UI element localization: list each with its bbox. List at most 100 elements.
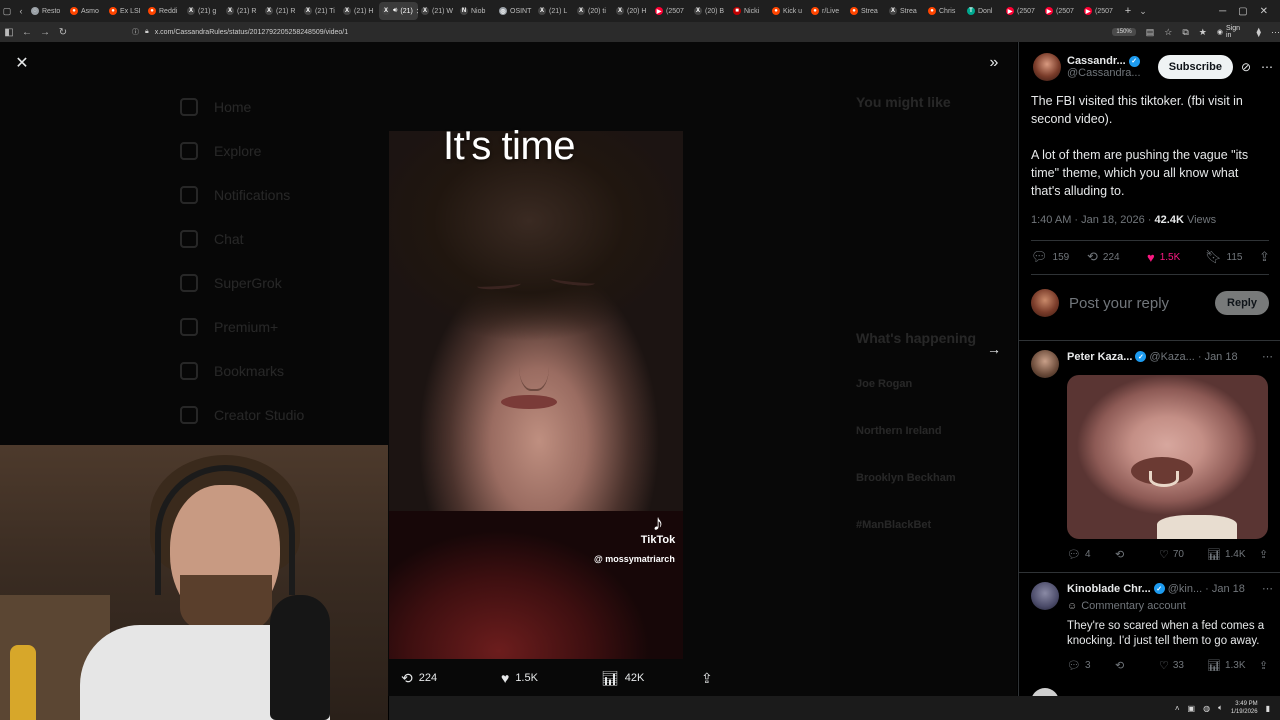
comment-avatar[interactable] bbox=[1031, 350, 1059, 378]
browser-tab[interactable]: ● Kick u bbox=[769, 2, 808, 20]
comment-reply-button[interactable]: 💬︎ 4 bbox=[1067, 548, 1115, 561]
comment-item[interactable]: Peter Kaza... ✓ @Kaza... · Jan 18 ⋯ 💬︎ 4 … bbox=[1019, 342, 1280, 572]
more-options-icon[interactable]: ⋯ bbox=[1261, 60, 1273, 74]
more-options-icon[interactable]: ⋯ bbox=[1262, 350, 1273, 363]
favorites-icon[interactable]: ★ bbox=[1199, 27, 1207, 38]
minimize-icon[interactable]: ─ bbox=[1219, 6, 1226, 17]
browser-tab[interactable]: ▶ (2507 bbox=[1003, 2, 1042, 20]
author-name[interactable]: Cassandr... bbox=[1067, 55, 1126, 67]
comment-item[interactable]: Kinoblade Chr... ✓ @kin... · Jan 18 ⋯ ☺ … bbox=[1019, 574, 1280, 696]
browser-tab[interactable]: X (20) H bbox=[613, 2, 652, 20]
tab-scroll-left-icon[interactable]: ‹ bbox=[14, 0, 28, 22]
browser-tab[interactable]: X (20) ti bbox=[574, 2, 613, 20]
current-user-avatar[interactable] bbox=[1031, 289, 1059, 317]
comment-author-handle[interactable]: @kin... bbox=[1168, 583, 1202, 595]
media-repost-button[interactable]: ⟲ 224 bbox=[401, 670, 501, 687]
browser-tab[interactable]: X (21) H bbox=[340, 2, 379, 20]
browser-tab[interactable]: X (21) L bbox=[535, 2, 574, 20]
browser-tab[interactable]: ● Reddi bbox=[145, 2, 184, 20]
author-handle[interactable]: @Cassandra... bbox=[1067, 67, 1152, 79]
comment-avatar[interactable] bbox=[1031, 582, 1059, 610]
comment-repost-button[interactable]: ⟲ bbox=[1115, 548, 1159, 561]
tab-list-icon[interactable]: ⌄ bbox=[1136, 0, 1150, 22]
network-icon[interactable]: ◍ bbox=[1203, 704, 1210, 713]
browser-tab[interactable]: ■ Nicki bbox=[730, 2, 769, 20]
reload-icon[interactable]: ↻ bbox=[54, 22, 72, 42]
comment-author-name[interactable]: Kinoblade Chr... bbox=[1067, 583, 1151, 595]
comment-repost-button[interactable]: ⟲ bbox=[1115, 659, 1159, 672]
post-time[interactable]: 1:40 AM · Jan 18, 2026 · bbox=[1031, 214, 1155, 226]
split-screen-icon[interactable]: ⧉ bbox=[1182, 27, 1188, 38]
browser-tab[interactable]: X (21) g bbox=[184, 2, 223, 20]
tab-audio-icon[interactable]: 🔊︎ bbox=[393, 7, 397, 15]
browser-tab[interactable]: X (21) R bbox=[262, 2, 301, 20]
browser-tab[interactable]: ● Strea bbox=[847, 2, 886, 20]
comment-views-button[interactable]: 📊︎ 1.3K bbox=[1207, 659, 1259, 672]
browser-tab[interactable]: ▶ (2507 bbox=[652, 2, 691, 20]
comment-author-name[interactable]: Peter Kaza... bbox=[1067, 351, 1132, 363]
bookmark-button[interactable]: 🔖︎ 115 bbox=[1205, 249, 1259, 265]
chevron-up-icon[interactable]: ˄ bbox=[1175, 704, 1180, 713]
browser-menu-icon[interactable]: ⋯ bbox=[1271, 27, 1280, 38]
comment-like-button[interactable]: ♡ 70 bbox=[1159, 548, 1207, 561]
comment-date[interactable]: · Jan 18 bbox=[1205, 583, 1245, 595]
author-avatar[interactable] bbox=[1033, 53, 1061, 81]
browser-tab[interactable]: ● Chris bbox=[925, 2, 964, 20]
sidebar-toggle-icon[interactable]: ◧ bbox=[0, 22, 18, 42]
url-text[interactable]: x.com/CassandraRules/status/201279220525… bbox=[155, 29, 348, 36]
browser-tab[interactable]: X Strea bbox=[886, 2, 925, 20]
browser-tab[interactable]: X🔊︎(21)✕ bbox=[379, 2, 418, 20]
reply-submit-button[interactable]: Reply bbox=[1215, 291, 1269, 315]
next-media-arrow[interactable]: → bbox=[984, 341, 1004, 361]
close-window-icon[interactable]: ✕ bbox=[1260, 6, 1268, 17]
close-viewer-button[interactable]: ✕ bbox=[12, 54, 32, 74]
browser-tab[interactable]: ▶ (2507 bbox=[1081, 2, 1120, 20]
browser-tab[interactable]: X (21) W bbox=[418, 2, 457, 20]
comment-image[interactable] bbox=[1067, 375, 1268, 539]
media-like-button[interactable]: ♥ 1.5K bbox=[501, 670, 601, 686]
browser-tab[interactable]: X (20) B bbox=[691, 2, 730, 20]
maximize-icon[interactable]: ▢ bbox=[1238, 6, 1247, 17]
comment-date[interactable]: · Jan 18 bbox=[1198, 351, 1238, 363]
taskbar-clock[interactable]: 3:49 PM 1/19/2026 bbox=[1231, 700, 1258, 716]
volume-icon[interactable]: 🔈︎ bbox=[1218, 703, 1223, 713]
reply-input[interactable] bbox=[1069, 291, 1199, 315]
url-field[interactable]: ⓘ 🔒︎ x.com/CassandraRules/status/2012792… bbox=[132, 25, 1136, 39]
extensions-icon[interactable]: ⧫ bbox=[1257, 27, 1261, 38]
video-player[interactable] bbox=[389, 131, 683, 659]
new-tab-button[interactable]: + bbox=[1120, 5, 1136, 17]
comment-share-button[interactable]: ⇪ bbox=[1259, 548, 1268, 561]
browser-tab[interactable]: ● r/Live bbox=[808, 2, 847, 20]
back-icon[interactable]: ← bbox=[18, 22, 36, 42]
browser-tab[interactable]: X (21) R bbox=[223, 2, 262, 20]
comment-author-handle[interactable]: @Kaza... bbox=[1149, 351, 1194, 363]
media-views-button[interactable]: 📊︎ 42K bbox=[601, 670, 701, 687]
comment-like-button[interactable]: ♡ 33 bbox=[1159, 659, 1207, 672]
browser-tab[interactable]: ● Asmo bbox=[67, 2, 106, 20]
share-button[interactable]: ⇪ bbox=[1259, 249, 1270, 265]
notifications-icon[interactable]: ▮ bbox=[1266, 704, 1270, 713]
expand-panel-icon[interactable]: » bbox=[984, 54, 1004, 74]
browser-tab[interactable]: N Niob bbox=[457, 2, 496, 20]
zoom-badge[interactable]: 150% bbox=[1112, 28, 1136, 36]
more-options-icon[interactable]: ⋯ bbox=[1262, 582, 1273, 595]
browser-tab[interactable]: X (21) Ti bbox=[301, 2, 340, 20]
browser-tab[interactable]: T Donl bbox=[964, 2, 1003, 20]
browser-tab[interactable]: ▶ (2507 bbox=[1042, 2, 1081, 20]
comment-reply-button[interactable]: 💬︎ 3 bbox=[1067, 659, 1115, 672]
site-info-icon[interactable]: ⓘ bbox=[132, 27, 139, 37]
sign-in-button[interactable]: ◉ Sign in bbox=[1217, 25, 1247, 39]
repost-button[interactable]: ⟲ 224 bbox=[1087, 249, 1147, 265]
reader-icon[interactable]: ▤ bbox=[1146, 27, 1155, 38]
media-share-button[interactable]: ⇪ bbox=[701, 670, 731, 687]
browser-tab[interactable]: ● Ex LSI bbox=[106, 2, 145, 20]
tray-app-icon[interactable]: ▣ bbox=[1188, 704, 1196, 713]
subscribe-button[interactable]: Subscribe bbox=[1157, 55, 1233, 79]
like-button[interactable]: ♥ 1.5K bbox=[1147, 250, 1205, 265]
reply-button[interactable]: 💬︎ 159 bbox=[1031, 249, 1087, 265]
comment-share-button[interactable]: ⇪ bbox=[1259, 659, 1268, 672]
tab-actions-icon[interactable]: ▢ bbox=[0, 0, 14, 22]
browser-tab[interactable]: ◎ OSINT bbox=[496, 2, 535, 20]
browser-tab[interactable]: ◌ Resto bbox=[28, 2, 67, 20]
favorite-star-icon[interactable]: ☆ bbox=[1164, 27, 1172, 38]
